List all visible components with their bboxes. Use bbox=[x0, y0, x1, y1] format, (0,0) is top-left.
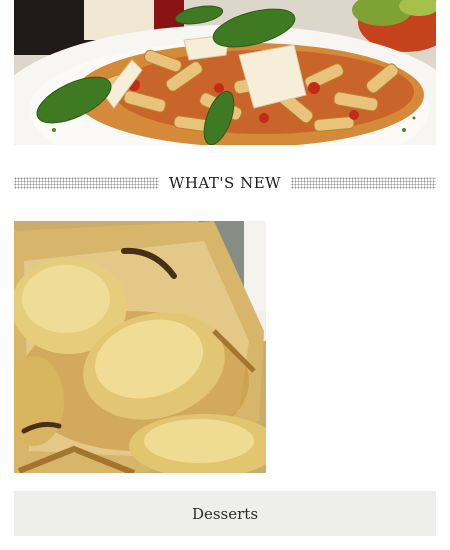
page: WHAT'S NEW Desserts bbox=[0, 0, 450, 550]
dotted-divider-right bbox=[291, 177, 436, 189]
section-title: WHAT'S NEW bbox=[168, 174, 282, 192]
category-label: Desserts bbox=[191, 504, 259, 523]
section-heading: WHAT'S NEW bbox=[14, 169, 436, 197]
category-link-desserts[interactable]: Desserts bbox=[14, 491, 436, 536]
hero-image[interactable] bbox=[14, 0, 436, 145]
dotted-divider-left bbox=[14, 177, 159, 189]
pear-tart-illustration bbox=[14, 221, 266, 473]
pasta-illustration bbox=[14, 0, 436, 145]
feature-image[interactable] bbox=[14, 221, 266, 473]
